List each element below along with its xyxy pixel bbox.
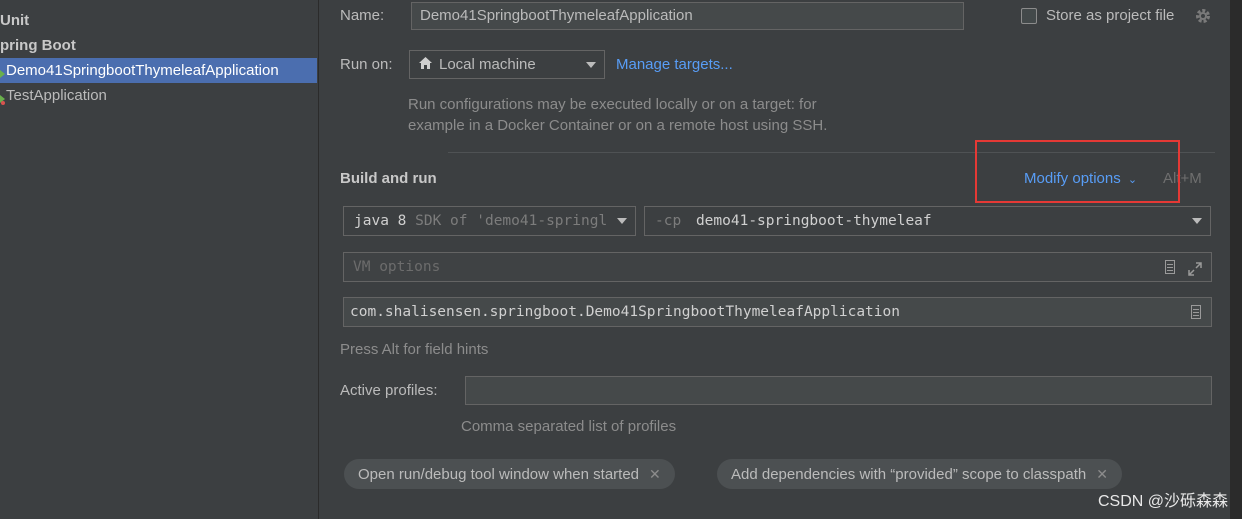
name-field-value: Demo41SpringbootThymeleafApplication bbox=[420, 7, 693, 24]
run-on-hint: Run configurations may be executed local… bbox=[408, 94, 827, 136]
active-profiles-field[interactable] bbox=[465, 376, 1212, 405]
run-on-label: Run on: bbox=[340, 56, 393, 73]
config-panel: Name: Demo41SpringbootThymeleafApplicati… bbox=[319, 0, 1230, 519]
chevron-down-icon bbox=[617, 218, 627, 224]
main-class-value: com.shalisensen.springboot.Demo41Springb… bbox=[350, 304, 900, 320]
store-project-checkbox[interactable] bbox=[1021, 8, 1037, 24]
document-icon[interactable] bbox=[1191, 305, 1201, 319]
main-class-field[interactable]: com.shalisensen.springboot.Demo41Springb… bbox=[343, 297, 1212, 327]
chevron-down-icon bbox=[586, 61, 596, 68]
vm-options-placeholder: VM options bbox=[353, 259, 441, 275]
tree-group-junit[interactable]: Unit bbox=[0, 8, 317, 33]
watermark: CSDN @沙砾森森 bbox=[1097, 493, 1228, 510]
jre-version: java 8 bbox=[354, 213, 407, 229]
tree-item-demo41-application[interactable]: Demo41SpringbootThymeleafApplication bbox=[0, 58, 317, 83]
vm-options-field[interactable]: VM options bbox=[343, 252, 1212, 282]
document-icon[interactable] bbox=[1165, 260, 1175, 274]
manage-targets-link[interactable]: Manage targets... bbox=[616, 56, 733, 73]
tree-group-label: Unit bbox=[0, 12, 30, 29]
editor-edge bbox=[1230, 0, 1242, 519]
gear-icon[interactable] bbox=[1194, 7, 1212, 29]
option-chip-provided-scope[interactable]: Add dependencies with “provided” scope t… bbox=[717, 459, 1122, 489]
field-hints-text: Press Alt for field hints bbox=[340, 341, 489, 358]
close-icon[interactable]: ✕ bbox=[1096, 466, 1108, 482]
spring-run-icon bbox=[0, 64, 6, 79]
highlight-box bbox=[975, 140, 1180, 203]
name-label: Name: bbox=[340, 7, 385, 24]
tree-item-label: Demo41SpringbootThymeleafApplication bbox=[6, 62, 279, 79]
classpath-module: demo41-springboot-thymeleaf bbox=[695, 213, 932, 229]
run-on-hint-line: example in a Docker Container or on a re… bbox=[408, 117, 828, 134]
spring-run-icon bbox=[0, 89, 6, 106]
store-project-label: Store as project file bbox=[1046, 7, 1175, 24]
chevron-down-icon bbox=[1192, 218, 1202, 224]
home-icon bbox=[418, 52, 433, 79]
expand-icon[interactable] bbox=[1187, 259, 1203, 287]
tree-item-test-application[interactable]: TestApplication bbox=[0, 83, 317, 108]
close-icon[interactable]: ✕ bbox=[649, 466, 661, 482]
name-field[interactable]: Demo41SpringbootThymeleafApplication bbox=[411, 2, 964, 30]
classpath-prefix: -cp bbox=[655, 213, 682, 229]
option-chip-label: Add dependencies with “provided” scope t… bbox=[731, 466, 1087, 483]
run-on-value: Local machine bbox=[439, 56, 536, 73]
jre-select[interactable]: java 8 SDK of 'demo41-springl bbox=[343, 206, 636, 236]
active-profiles-hint: Comma separated list of profiles bbox=[461, 418, 677, 435]
jre-description: SDK of 'demo41-springl bbox=[415, 213, 608, 229]
tree-item-label: TestApplication bbox=[6, 87, 107, 104]
run-on-hint-line: Run configurations may be executed local… bbox=[408, 96, 817, 113]
tree-group-label: pring Boot bbox=[0, 37, 76, 54]
build-and-run-heading: Build and run bbox=[340, 170, 437, 187]
option-chip-open-tool-window[interactable]: Open run/debug tool window when started ✕ bbox=[344, 459, 675, 489]
active-profiles-label: Active profiles: bbox=[340, 382, 438, 399]
option-chip-label: Open run/debug tool window when started bbox=[358, 466, 640, 483]
run-config-tree: Unit pring Boot Demo41SpringbootThymelea… bbox=[0, 0, 319, 519]
tree-group-spring-boot[interactable]: pring Boot bbox=[0, 33, 317, 58]
run-on-select[interactable]: Local machine bbox=[409, 50, 605, 79]
classpath-module-select[interactable]: -cp demo41-springboot-thymeleaf bbox=[644, 206, 1211, 236]
